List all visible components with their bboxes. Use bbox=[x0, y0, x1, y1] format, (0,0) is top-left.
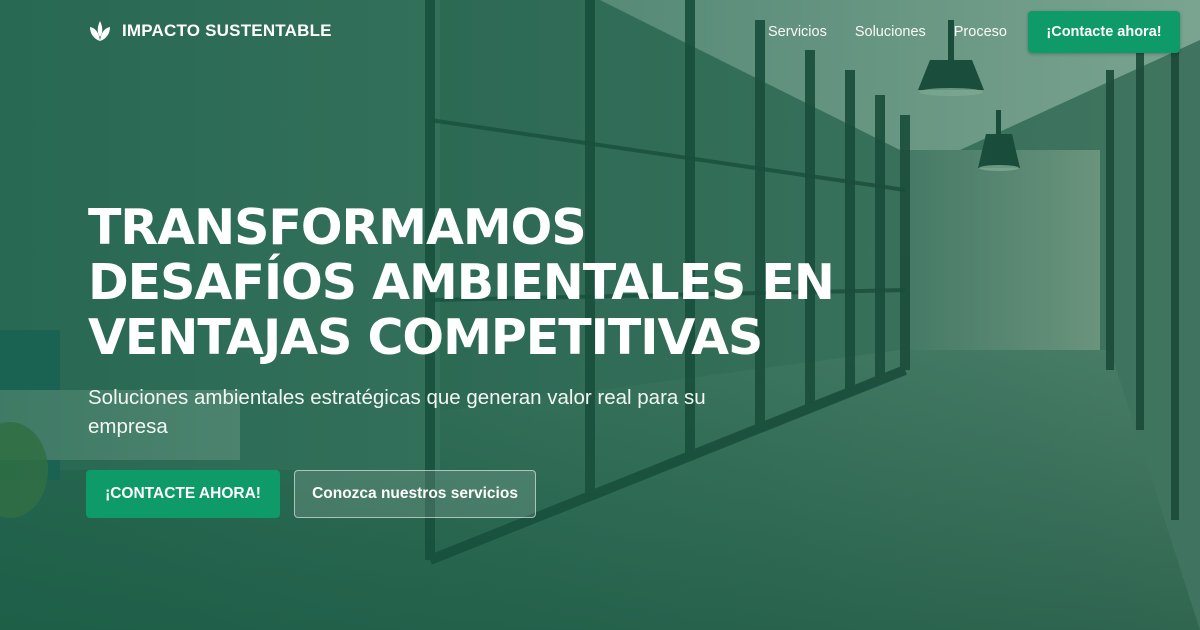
hero-contact-button[interactable]: ¡CONTACTE AHORA! bbox=[86, 470, 280, 518]
brand-name: IMPACTO SUSTENTABLE bbox=[122, 21, 332, 40]
hero-title: TRANSFORMAMOS DESAFÍOS AMBIENTALES EN VE… bbox=[88, 200, 848, 365]
nav-link-soluciones[interactable]: Soluciones bbox=[855, 24, 926, 40]
nav-link-servicios[interactable]: Servicios bbox=[768, 24, 827, 40]
header-contact-button[interactable]: ¡Contacte ahora! bbox=[1028, 11, 1180, 53]
hero-title-line: VENTAJAS COMPETITIVAS bbox=[88, 309, 763, 366]
site-header: IMPACTO SUSTENTABLE Servicios Soluciones… bbox=[0, 0, 1200, 64]
leaf-icon bbox=[88, 20, 112, 42]
hero-section: TRANSFORMAMOS DESAFÍOS AMBIENTALES EN VE… bbox=[88, 200, 848, 441]
hero-title-line: TRANSFORMAMOS bbox=[88, 199, 587, 256]
brand-logo-link[interactable]: IMPACTO SUSTENTABLE bbox=[88, 20, 332, 42]
main-nav: Servicios Soluciones Proceso bbox=[768, 24, 1007, 40]
services-button[interactable]: Conozca nuestros servicios bbox=[294, 470, 536, 518]
hero-title-line: DESAFÍOS AMBIENTALES EN bbox=[88, 254, 835, 311]
hero-actions: ¡CONTACTE AHORA! Conozca nuestros servic… bbox=[86, 470, 536, 518]
hero-subtitle: Soluciones ambientales estratégicas que … bbox=[88, 386, 706, 438]
nav-link-proceso[interactable]: Proceso bbox=[954, 24, 1007, 40]
